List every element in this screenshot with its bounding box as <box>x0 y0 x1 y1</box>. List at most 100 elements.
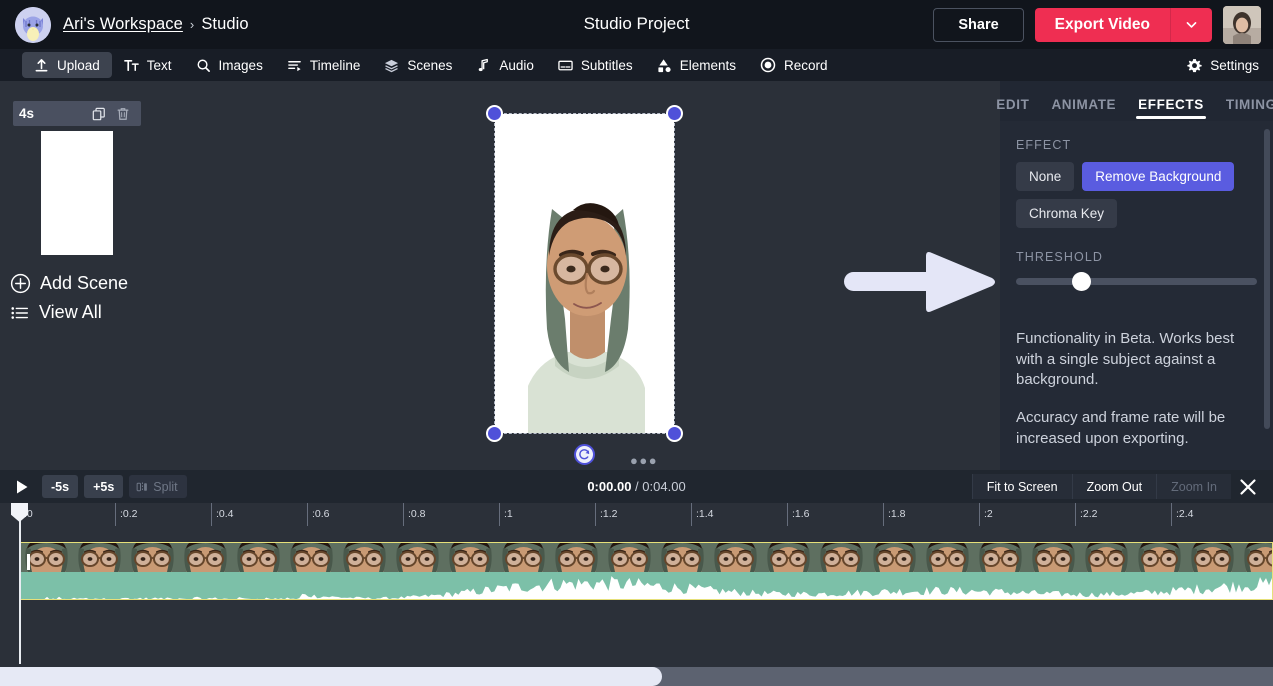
resize-handle-bottom-left[interactable] <box>486 425 503 442</box>
scene-thumbnail[interactable] <box>41 131 113 255</box>
fit-to-screen-button[interactable]: Fit to Screen <box>971 474 1072 499</box>
selected-media-frame[interactable] <box>486 105 683 465</box>
zoom-out-button[interactable]: Zoom Out <box>1071 474 1157 499</box>
play-icon <box>17 480 28 493</box>
filmstrip-frame <box>550 543 603 572</box>
toolbar-item-audio[interactable]: Audio <box>464 52 546 78</box>
toolbar-item-subtitles[interactable]: Subtitles <box>546 52 645 78</box>
cat-avatar-glyph <box>15 6 51 43</box>
shapes-icon <box>658 58 671 72</box>
toolbar-item-text[interactable]: Text <box>112 52 184 78</box>
play-button[interactable] <box>8 475 36 499</box>
tab-animate[interactable]: ANIMATE <box>1040 97 1127 119</box>
breadcrumb-workspace[interactable]: Ari's Workspace <box>63 15 183 34</box>
filmstrip-frame <box>285 543 338 572</box>
layers-icon <box>385 59 399 72</box>
threshold-label: THRESHOLD <box>1016 250 1103 264</box>
close-glyph <box>1240 478 1256 495</box>
filmstrip-frame <box>73 543 126 572</box>
add-scene-button[interactable]: Add Scene <box>10 273 160 294</box>
drag-handle-icon[interactable]: ●●● <box>630 454 658 467</box>
effect-option-remove-background[interactable]: Remove Background <box>1082 162 1235 191</box>
arrow-right-icon[interactable] <box>844 246 996 318</box>
filmstrip-frame <box>1080 543 1133 572</box>
filmstrip-frame <box>974 543 1027 572</box>
timeline-scrollbar-track[interactable] <box>0 667 1273 686</box>
duplicate-glyph <box>92 107 105 120</box>
toolbar-item-images[interactable]: Images <box>184 52 275 78</box>
resize-handle-top-left[interactable] <box>486 105 503 122</box>
timeline-panel[interactable]: :0:0.2:0.4:0.6:0.8:1:1.2:1.4:1.6:1.8:2:2… <box>0 503 1273 686</box>
properties-scrollbar[interactable] <box>1264 129 1270 429</box>
filmstrip-frame <box>1239 543 1272 572</box>
timeline-clip[interactable] <box>19 542 1273 600</box>
toolbar-label: Elements <box>679 57 736 73</box>
breadcrumb-current[interactable]: Studio <box>201 15 248 34</box>
ruler-tick: :1.2 <box>595 503 618 526</box>
toolbar-item-elements[interactable]: Elements <box>645 52 748 78</box>
threshold-slider-thumb[interactable] <box>1071 272 1091 291</box>
skip-back-button[interactable]: -5s <box>42 475 79 498</box>
cat-avatar-icon[interactable] <box>15 6 51 43</box>
toolbar-label: Scenes <box>407 57 453 73</box>
filmstrip-frame <box>1133 543 1186 572</box>
tab-effects[interactable]: EFFECTS <box>1127 97 1215 119</box>
duplicate-icon[interactable] <box>87 107 111 121</box>
ruler-tick: :2 <box>979 503 993 526</box>
filmstrip-frame <box>709 543 762 572</box>
timeline-ruler[interactable]: :0:0.2:0.4:0.6:0.8:1:1.2:1.4:1.6:1.8:2:2… <box>0 503 1273 526</box>
subtitles-icon <box>558 60 573 70</box>
timeline-icon <box>288 60 301 71</box>
toolbar-item-timeline[interactable]: Timeline <box>275 52 373 78</box>
scene-item-header[interactable]: 4s <box>13 101 141 126</box>
filmstrip-frame <box>868 543 921 572</box>
effect-option-none[interactable]: None <box>1016 162 1075 191</box>
resize-handle-bottom-right[interactable] <box>666 425 683 442</box>
filmstrip-frame <box>921 543 974 572</box>
resize-handle-top-right[interactable] <box>666 105 683 122</box>
clip-start-marker <box>27 554 30 570</box>
preview-canvas[interactable]: ●●● <box>160 81 1000 470</box>
effect-note-beta: Functionality in Beta. Works best with a… <box>1016 330 1235 389</box>
timeline-scrollbar-thumb[interactable] <box>0 667 662 686</box>
skip-forward-button[interactable]: +5s <box>84 475 124 498</box>
toolbar-item-record[interactable]: Record <box>748 52 840 78</box>
ruler-tick: :2.2 <box>1075 503 1098 526</box>
chevron-down-icon[interactable] <box>1170 7 1212 42</box>
settings-button[interactable]: Settings <box>1187 58 1259 73</box>
share-button[interactable]: Share <box>933 7 1024 42</box>
view-all-button[interactable]: View All <box>10 302 160 323</box>
toolbar-item-upload[interactable]: Upload <box>22 52 112 78</box>
properties-tabs: EDIT ANIMATE EFFECTS TIMING <box>996 81 1273 121</box>
add-scene-label: Add Scene <box>40 273 129 293</box>
toolbar-label: Upload <box>57 57 100 73</box>
ruler-tick: :0.8 <box>403 503 426 526</box>
gear-icon <box>1187 58 1202 72</box>
toolbar-label: Images <box>218 57 263 73</box>
tab-timing[interactable]: TIMING <box>1215 97 1273 119</box>
user-avatar-icon[interactable] <box>1223 5 1261 44</box>
toolbar-label: Timeline <box>309 57 361 73</box>
toolbar-item-scenes[interactable]: Scenes <box>372 52 464 78</box>
effect-options: None Remove Background Chroma Key <box>1016 162 1257 228</box>
filmstrip-frame <box>179 543 232 572</box>
close-icon[interactable] <box>1231 473 1265 501</box>
toolbar-label: Text <box>146 57 172 73</box>
export-video-button[interactable]: Export Video <box>1034 7 1170 42</box>
zoom-in-button: Zoom In <box>1156 474 1231 499</box>
split-button: Split <box>129 475 187 498</box>
trash-icon[interactable] <box>111 107 135 121</box>
rotate-icon[interactable] <box>573 444 595 465</box>
threshold-slider[interactable] <box>1016 272 1257 291</box>
breadcrumb-separator-icon: › <box>189 17 195 32</box>
toolbar-label: Audio <box>499 57 534 73</box>
effect-section-label: EFFECT <box>1016 138 1072 152</box>
clip-filmstrip <box>20 543 1272 572</box>
time-separator: / <box>635 479 639 494</box>
effects-tab-content: EFFECT None Remove Background Chroma Key… <box>1000 121 1273 470</box>
effect-option-chroma-key[interactable]: Chroma Key <box>1016 199 1118 228</box>
upload-icon <box>35 58 48 71</box>
playhead-line <box>19 503 21 664</box>
tab-edit[interactable]: EDIT <box>985 97 1040 119</box>
split-label: Split <box>153 479 178 494</box>
